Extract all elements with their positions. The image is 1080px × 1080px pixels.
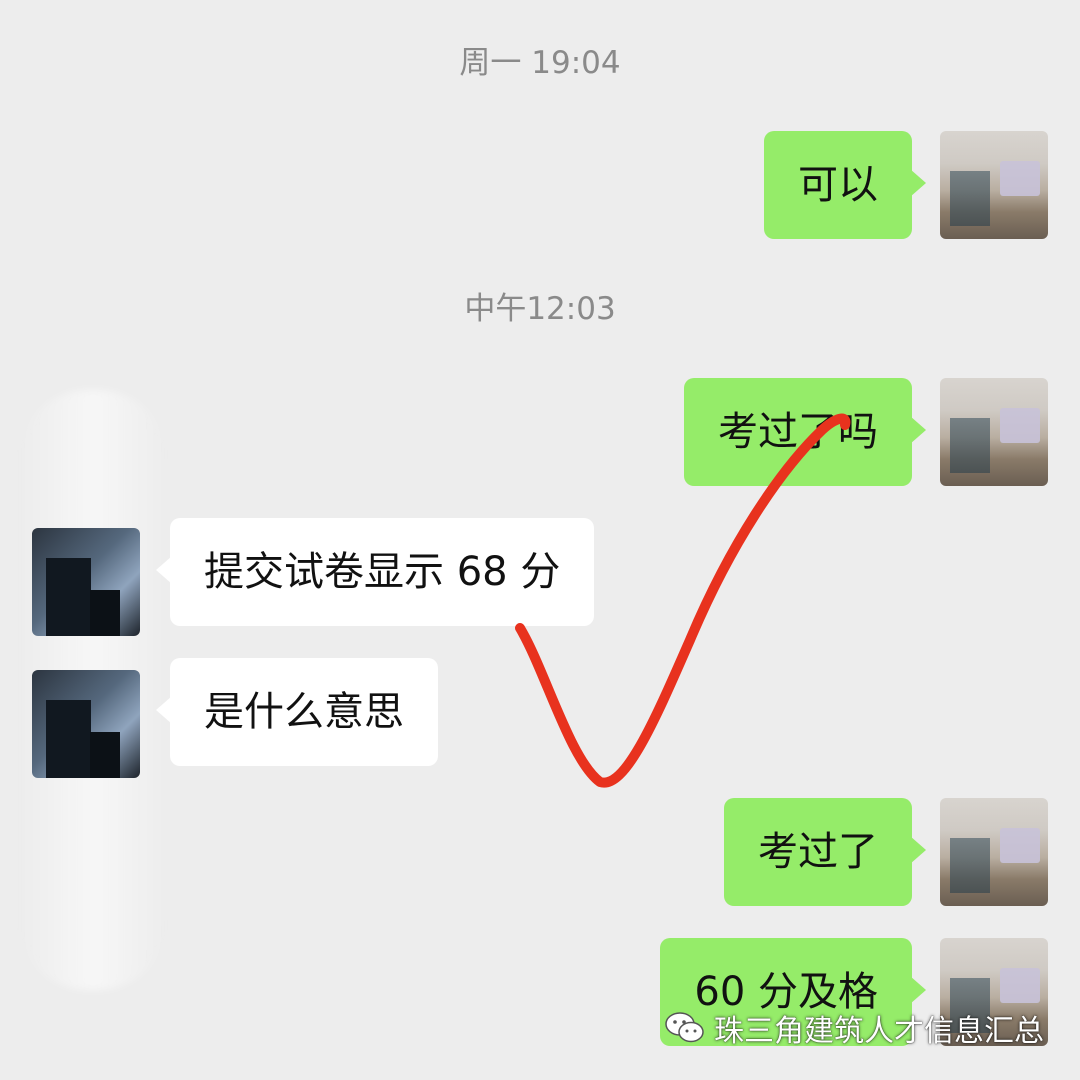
- peer-avatar[interactable]: [32, 528, 140, 636]
- wechat-icon: [665, 1012, 704, 1043]
- message-bubble-sent[interactable]: 可以: [764, 131, 926, 239]
- watermark-text: 珠三角建筑人才信息汇总: [714, 1014, 1044, 1049]
- message-bubble-sent[interactable]: 考过了: [724, 798, 926, 906]
- self-avatar[interactable]: [940, 798, 1048, 906]
- self-avatar[interactable]: [940, 378, 1048, 486]
- timestamp: 周一 19:04: [459, 45, 621, 81]
- watermark: 珠三角建筑人才信息汇总: [664, 1008, 1044, 1049]
- timestamp: 中午12:03: [464, 291, 616, 327]
- message-bubble-received[interactable]: 是什么意思: [156, 658, 438, 766]
- self-avatar[interactable]: [940, 131, 1048, 239]
- message-bubble-received[interactable]: 提交试卷显示 68 分: [155, 518, 595, 626]
- message-bubble-sent[interactable]: 考过了吗: [684, 378, 926, 486]
- peer-avatar[interactable]: [32, 670, 140, 778]
